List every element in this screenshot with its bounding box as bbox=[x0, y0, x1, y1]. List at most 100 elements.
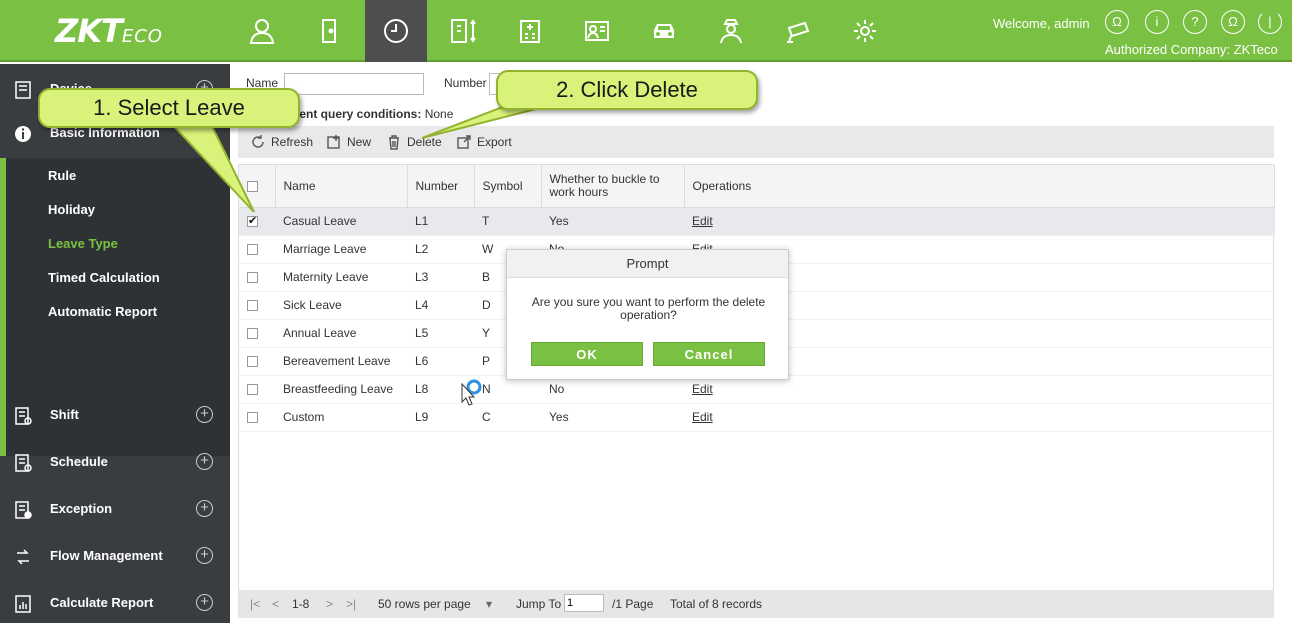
expand-icon[interactable]: + bbox=[196, 547, 213, 564]
row-checkbox[interactable] bbox=[247, 300, 258, 312]
row-checkbox-cell[interactable] bbox=[239, 319, 275, 348]
edit-link[interactable]: Edit bbox=[692, 410, 713, 424]
table-row[interactable]: Casual LeaveL1TYes Edit bbox=[239, 207, 1275, 236]
row-checkbox-cell[interactable] bbox=[239, 235, 275, 264]
report-icon bbox=[15, 595, 31, 613]
shift-icon bbox=[15, 407, 32, 425]
flow-icon bbox=[17, 549, 29, 565]
expand-icon[interactable]: + bbox=[196, 594, 213, 611]
row-checkbox[interactable] bbox=[247, 214, 258, 228]
jump-to-input[interactable] bbox=[564, 594, 604, 612]
sidebar-group-schedule[interactable]: Schedule + bbox=[0, 441, 230, 485]
expand-icon[interactable]: + bbox=[196, 500, 213, 517]
cell-number: L5 bbox=[407, 319, 474, 348]
cell-symbol: C bbox=[474, 403, 541, 432]
sidebar-item-timed-calculation[interactable]: Timed Calculation bbox=[48, 270, 160, 285]
new-button[interactable]: New bbox=[326, 134, 371, 150]
car-icon[interactable] bbox=[633, 0, 695, 62]
row-checkbox-cell[interactable] bbox=[239, 291, 275, 320]
page-info: /1 Page bbox=[612, 597, 654, 611]
building-icon[interactable] bbox=[499, 0, 561, 62]
trash-icon bbox=[389, 135, 399, 150]
export-button[interactable]: Export bbox=[456, 134, 512, 150]
row-checkbox-cell[interactable] bbox=[239, 347, 275, 376]
select-all-header[interactable] bbox=[239, 165, 276, 208]
help-icon[interactable]: ? bbox=[1183, 10, 1207, 34]
settings-icon[interactable] bbox=[834, 0, 896, 62]
column-header-name[interactable]: Name bbox=[275, 165, 408, 208]
expand-icon[interactable]: + bbox=[196, 406, 213, 423]
info-icon[interactable]: i bbox=[1145, 10, 1169, 34]
user-circle-icon[interactable]: Ω bbox=[1105, 10, 1129, 34]
row-checkbox-cell[interactable] bbox=[239, 375, 275, 404]
expand-icon[interactable]: + bbox=[196, 453, 213, 470]
camera-icon[interactable] bbox=[767, 0, 829, 62]
ok-button[interactable]: OK bbox=[531, 342, 643, 366]
sidebar-group-shift[interactable]: Shift + bbox=[0, 394, 230, 438]
cell-operations[interactable]: Edit bbox=[684, 207, 1275, 236]
refresh-button[interactable]: Refresh bbox=[250, 134, 313, 150]
chevron-down-icon[interactable]: ▾ bbox=[486, 597, 492, 611]
select-all-checkbox[interactable] bbox=[247, 181, 258, 193]
column-header-buckle[interactable]: Whether to buckle to work hours bbox=[541, 165, 685, 208]
schedule-icon bbox=[15, 454, 32, 472]
jump-to-label: Jump To bbox=[516, 597, 562, 611]
sidebar-group-flow-management[interactable]: Flow Management + bbox=[0, 535, 230, 579]
sidebar-item-leave-type[interactable]: Leave Type bbox=[48, 236, 118, 251]
row-checkbox-cell[interactable] bbox=[239, 263, 275, 292]
cell-name: Casual Leave bbox=[275, 207, 407, 236]
device-icon bbox=[15, 81, 31, 99]
rows-per-page-select[interactable]: 50 rows per page bbox=[378, 597, 471, 611]
visitor-icon[interactable] bbox=[566, 0, 628, 62]
row-checkbox[interactable] bbox=[247, 356, 258, 368]
column-header-number[interactable]: Number bbox=[407, 165, 475, 208]
last-page-button[interactable]: >| bbox=[346, 597, 356, 611]
callout-click-delete: 2. Click Delete bbox=[496, 70, 758, 110]
row-checkbox[interactable] bbox=[247, 328, 258, 340]
edit-link[interactable]: Edit bbox=[692, 214, 713, 228]
column-header-symbol[interactable]: Symbol bbox=[474, 165, 542, 208]
person-icon[interactable] bbox=[231, 0, 293, 62]
cell-buckle: Yes bbox=[541, 403, 684, 432]
page-range: 1-8 bbox=[292, 597, 310, 611]
sidebar-item-holiday[interactable]: Holiday bbox=[48, 202, 95, 217]
column-header-operations: Operations bbox=[684, 165, 1275, 208]
sidebar-group-calculate-report[interactable]: Calculate Report + bbox=[0, 582, 230, 623]
elevator-icon[interactable] bbox=[432, 0, 494, 62]
edit-link[interactable]: Edit bbox=[692, 382, 713, 396]
row-checkbox[interactable] bbox=[247, 384, 258, 396]
new-icon bbox=[327, 135, 340, 149]
account-icon[interactable]: Ω bbox=[1221, 10, 1245, 34]
table-row[interactable]: Custom L9 C Yes Edit bbox=[239, 403, 1275, 432]
first-page-button[interactable]: |< bbox=[250, 597, 260, 611]
cell-name: Bereavement Leave bbox=[275, 347, 407, 376]
clock-icon[interactable] bbox=[365, 0, 427, 62]
number-filter-label: Number bbox=[444, 76, 487, 90]
guard-icon[interactable] bbox=[700, 0, 762, 62]
sidebar-item-rule[interactable]: Rule bbox=[48, 168, 76, 183]
cell-name: Custom bbox=[275, 403, 407, 432]
cell-operations[interactable]: Edit bbox=[684, 403, 1275, 432]
cancel-button[interactable]: Cancel bbox=[653, 342, 765, 366]
door-icon[interactable] bbox=[298, 0, 360, 62]
sidebar-item-automatic-report[interactable]: Automatic Report bbox=[48, 304, 157, 319]
cell-name: Annual Leave bbox=[275, 319, 407, 348]
power-icon[interactable]: | bbox=[1258, 10, 1282, 34]
row-checkbox-cell[interactable] bbox=[239, 207, 275, 236]
table-header-row: Name Number Symbol Whether to buckle to … bbox=[239, 165, 1275, 208]
delete-confirm-dialog: Prompt Are you sure you want to perform … bbox=[506, 249, 789, 380]
row-checkbox-cell[interactable] bbox=[239, 403, 275, 432]
cell-number: L8 bbox=[407, 375, 474, 404]
dialog-message: Are you sure you want to perform the del… bbox=[531, 295, 766, 322]
name-filter-input[interactable] bbox=[284, 73, 424, 95]
cell-number: L2 bbox=[407, 235, 474, 264]
row-checkbox[interactable] bbox=[247, 272, 258, 284]
prev-page-button[interactable]: < bbox=[272, 597, 279, 611]
query-conditions: Current query conditions: None bbox=[274, 107, 454, 121]
sidebar-group-exception[interactable]: Exception + bbox=[0, 488, 230, 532]
row-checkbox[interactable] bbox=[247, 244, 258, 256]
row-checkbox[interactable] bbox=[247, 412, 258, 424]
exception-icon bbox=[15, 501, 32, 519]
next-page-button[interactable]: > bbox=[326, 597, 333, 611]
delete-button[interactable]: Delete bbox=[386, 134, 442, 150]
